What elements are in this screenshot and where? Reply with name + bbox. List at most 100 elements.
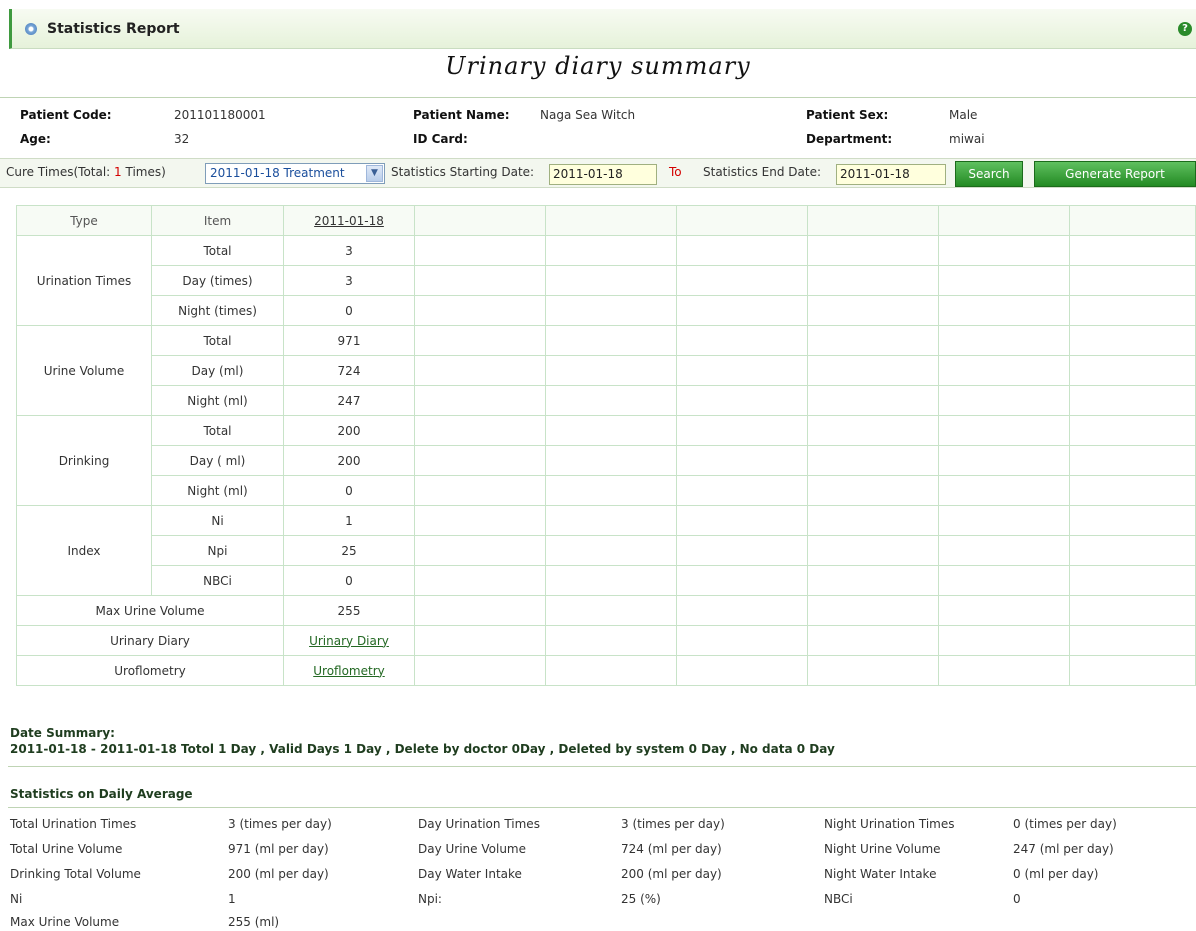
urinary-diary-link[interactable]: Urinary Diary: [309, 634, 389, 648]
avg-value: 971 (ml per day): [228, 842, 329, 856]
table-row: Day (ml) 724: [17, 355, 1196, 386]
date-summary-line: 2011-01-18 - 2011-01-18 Totol 1 Day , Va…: [10, 742, 835, 756]
table-row: Npi 25: [17, 535, 1196, 566]
gear-icon: [24, 22, 38, 36]
patient-sex-value: Male: [949, 108, 978, 122]
value-cell: 200: [283, 445, 415, 476]
item-label: Ni: [151, 505, 284, 536]
value-cell: 3: [283, 265, 415, 296]
chevron-down-icon[interactable]: ▼: [366, 165, 383, 182]
empty-cell: [807, 205, 939, 236]
urinary-diary-label: Urinary Diary: [16, 625, 284, 656]
uroflometry-link[interactable]: Uroflometry: [313, 664, 385, 678]
item-label: Day (times): [151, 265, 284, 296]
avg-value: 255 (ml): [228, 915, 280, 929]
empty-cell: [676, 205, 808, 236]
avg-label: Night Water Intake: [824, 867, 937, 881]
item-label: NBCi: [151, 565, 284, 596]
statistics-table: Type Item 2011-01-18 Urination Times Tot…: [16, 205, 1196, 686]
department-value: miwai: [949, 132, 985, 146]
table-row: Drinking Total 200: [16, 415, 1196, 506]
avg-value: 1: [228, 892, 236, 906]
avg-label: NBCi: [824, 892, 853, 906]
id-card-label: ID Card:: [413, 132, 468, 146]
avg-label: Night Urine Volume: [824, 842, 941, 856]
col-header-item: Item: [151, 205, 284, 236]
age-value: 32: [174, 132, 190, 146]
avg-value: 724 (ml per day): [621, 842, 722, 856]
urinary-diary-link-cell[interactable]: Urinary Diary: [283, 625, 415, 656]
table-header-row: Type Item 2011-01-18: [16, 205, 1196, 236]
avg-label: Day Water Intake: [418, 867, 522, 881]
table-row: Urinary Diary Urinary Diary: [16, 625, 1196, 656]
type-drinking: Drinking: [16, 415, 152, 506]
type-index: Index: [16, 505, 152, 596]
uroflometry-link-cell[interactable]: Uroflometry: [283, 655, 415, 686]
patient-code-label: Patient Code:: [20, 108, 112, 122]
divider: [0, 97, 1196, 98]
search-button[interactable]: Search: [955, 161, 1023, 187]
item-label: Night (ml): [151, 475, 284, 506]
avg-label: Day Urine Volume: [418, 842, 526, 856]
age-label: Age:: [20, 132, 51, 146]
generate-report-button[interactable]: Generate Report: [1034, 161, 1196, 187]
avg-label: Ni: [10, 892, 23, 906]
item-label: Day ( ml): [151, 445, 284, 476]
report-title: Urinary diary summary: [445, 52, 751, 80]
help-icon[interactable]: ?: [1178, 22, 1192, 36]
cure-times-label: Cure Times(Total: 1 Times): [6, 165, 166, 179]
treatment-select[interactable]: 2011-01-18 Treatment ▼: [205, 163, 385, 184]
daily-average-title: Statistics on Daily Average: [10, 787, 193, 801]
start-date-input[interactable]: 2011-01-18: [549, 164, 657, 185]
avg-value: 247 (ml per day): [1013, 842, 1114, 856]
item-label: Total: [151, 325, 284, 356]
value-cell: 255: [283, 595, 415, 626]
avg-value: 3 (times per day): [228, 817, 332, 831]
value-cell: 3: [283, 235, 415, 266]
patient-code-value: 201101180001: [174, 108, 266, 122]
item-label: Night (times): [151, 295, 284, 326]
item-label: Night (ml): [151, 385, 284, 416]
item-label: Day (ml): [151, 355, 284, 386]
table-row: Day ( ml) 200: [17, 445, 1196, 476]
table-row: Uroflometry Uroflometry: [16, 655, 1196, 686]
page-title: Statistics Report: [47, 20, 180, 37]
col-header-type: Type: [16, 205, 152, 236]
value-cell: 0: [283, 475, 415, 506]
avg-label: Total Urination Times: [10, 817, 137, 831]
table-row: Urination Times Total 3: [16, 235, 1196, 326]
divider: [8, 766, 1196, 767]
avg-value: 200 (ml per day): [621, 867, 722, 881]
avg-label: Npi:: [418, 892, 442, 906]
value-cell: 724: [283, 355, 415, 386]
end-date-input[interactable]: 2011-01-18: [836, 164, 946, 185]
table-row: Night (times) 0: [17, 295, 1196, 326]
avg-label: Total Urine Volume: [10, 842, 123, 856]
divider: [8, 807, 1196, 808]
avg-value: 200 (ml per day): [228, 867, 329, 881]
value-cell: 0: [283, 565, 415, 596]
end-date-label: Statistics End Date:: [703, 165, 822, 179]
avg-value: 0: [1013, 892, 1021, 906]
avg-value: 25 (%): [621, 892, 661, 906]
start-date-label: Statistics Starting Date:: [391, 165, 535, 179]
table-row: Index Ni 1: [16, 505, 1196, 596]
type-urination: Urination Times: [16, 235, 152, 326]
table-row: Urine Volume Total 971: [16, 325, 1196, 416]
max-urine-volume-label: Max Urine Volume: [16, 595, 284, 626]
value-cell: 0: [283, 295, 415, 326]
item-label: Total: [151, 235, 284, 266]
filter-bar: Cure Times(Total: 1 Times) 2011-01-18 Tr…: [0, 158, 1196, 188]
avg-value: 3 (times per day): [621, 817, 725, 831]
empty-cell: [938, 205, 1070, 236]
table-row: Night (ml) 247: [17, 385, 1196, 416]
table-row: Night (ml) 0: [17, 475, 1196, 506]
to-label: To: [669, 165, 682, 179]
item-label: Total: [151, 415, 284, 446]
report-header-bar: Statistics Report ?: [9, 9, 1196, 49]
type-urine-volume: Urine Volume: [16, 325, 152, 416]
patient-sex-label: Patient Sex:: [806, 108, 889, 122]
col-header-date[interactable]: 2011-01-18: [283, 205, 415, 236]
department-label: Department:: [806, 132, 893, 146]
value-cell: 1: [283, 505, 415, 536]
